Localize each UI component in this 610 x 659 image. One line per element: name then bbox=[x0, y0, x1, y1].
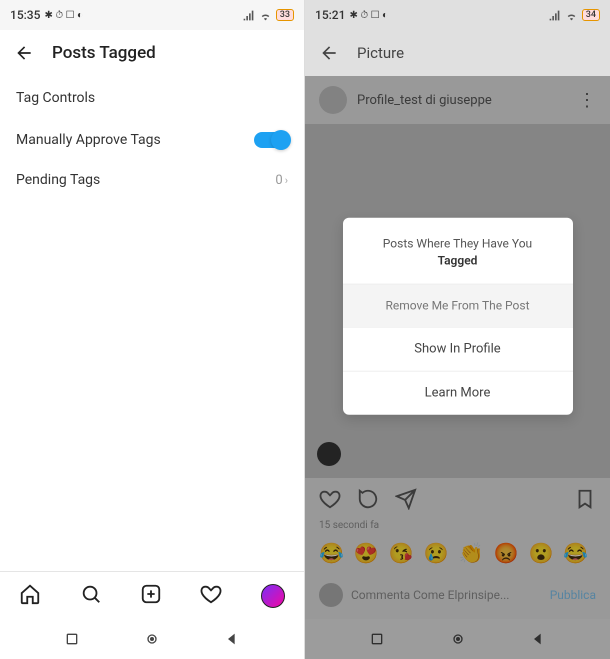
sysnav-recent-icon[interactable] bbox=[369, 631, 385, 647]
header-bar-left: Posts Tagged bbox=[0, 30, 304, 76]
nav-activity[interactable] bbox=[200, 583, 222, 609]
nav-add[interactable] bbox=[140, 583, 162, 609]
tag-controls-link[interactable]: Tag Controls bbox=[0, 76, 304, 120]
post-header-row: Profile_test di giuseppe ⋮ bbox=[305, 76, 610, 124]
post-username[interactable]: Profile_test di giuseppe bbox=[357, 93, 492, 108]
emoji-quick-row: 😂 😍 😘 😢 👏 😡 😮 😂 bbox=[305, 531, 610, 575]
system-nav-left bbox=[0, 619, 304, 659]
nav-profile[interactable] bbox=[261, 584, 285, 608]
emoji-option[interactable]: 😡 bbox=[494, 541, 519, 565]
comment-input-row: Commenta Come Elprinsipe... Pubblica bbox=[305, 575, 610, 619]
back-arrow-icon[interactable] bbox=[319, 43, 339, 63]
modal-remove-me[interactable]: Remove Me From The Post bbox=[343, 284, 573, 327]
battery-indicator: 34 bbox=[582, 9, 600, 21]
bookmark-icon[interactable] bbox=[574, 488, 596, 510]
emoji-option[interactable]: 😢 bbox=[424, 541, 449, 565]
toggle-label: Manually Approve Tags bbox=[16, 132, 161, 148]
post-more-icon[interactable]: ⋮ bbox=[578, 90, 596, 111]
nav-search[interactable] bbox=[80, 583, 102, 609]
manually-approve-row: Manually Approve Tags bbox=[0, 120, 304, 160]
status-bar-right: 15:21 ✱ ⏱ ☐ ◐ 34 bbox=[305, 0, 610, 30]
like-icon[interactable] bbox=[319, 488, 341, 510]
tag-options-modal: Posts Where They Have You Tagged Remove … bbox=[343, 218, 573, 415]
header-bar-right: Picture bbox=[305, 30, 610, 76]
modal-learn-more[interactable]: Learn More bbox=[343, 371, 573, 415]
comment-avatar bbox=[319, 583, 343, 607]
settings-body: Tag Controls Manually Approve Tags Pendi… bbox=[0, 76, 304, 571]
pending-count: 0› bbox=[275, 173, 288, 188]
comment-placeholder[interactable]: Commenta Come Elprinsipe... bbox=[351, 588, 509, 602]
nav-home[interactable] bbox=[19, 583, 41, 609]
modal-show-in-profile[interactable]: Show In Profile bbox=[343, 327, 573, 371]
system-nav-right bbox=[305, 619, 610, 659]
wifi-icon bbox=[259, 9, 272, 22]
approve-toggle[interactable] bbox=[254, 132, 288, 148]
signal-icon bbox=[242, 9, 255, 22]
sysnav-recent-icon[interactable] bbox=[64, 631, 80, 647]
back-arrow-icon[interactable] bbox=[14, 43, 34, 63]
phone-right: 15:21 ✱ ⏱ ☐ ◐ 34 Picture Profile_test di… bbox=[305, 0, 610, 659]
sysnav-home-icon[interactable] bbox=[450, 631, 466, 647]
emoji-option[interactable]: 😂 bbox=[563, 541, 588, 565]
comment-icon[interactable] bbox=[357, 488, 379, 510]
battery-indicator: 33 bbox=[276, 9, 294, 21]
emoji-option[interactable]: 😮 bbox=[528, 541, 553, 565]
bottom-nav bbox=[0, 571, 304, 619]
post-timestamp: 15 secondi fa bbox=[305, 520, 610, 531]
pending-tags-row[interactable]: Pending Tags 0› bbox=[0, 160, 304, 200]
status-time: 15:21 bbox=[315, 8, 345, 22]
modal-title: Posts Where They Have You Tagged bbox=[343, 218, 573, 284]
status-icons: ✱ ⏱ ☐ ◐ bbox=[44, 10, 83, 21]
sysnav-home-icon[interactable] bbox=[144, 631, 160, 647]
emoji-option[interactable]: 😍 bbox=[354, 541, 379, 565]
emoji-option[interactable]: 😂 bbox=[319, 541, 344, 565]
status-time: 15:35 bbox=[10, 8, 40, 22]
post-actions-row bbox=[305, 478, 610, 520]
publish-button[interactable]: Pubblica bbox=[550, 588, 596, 602]
emoji-option[interactable]: 👏 bbox=[459, 541, 484, 565]
tagged-person-avatar[interactable] bbox=[317, 442, 341, 466]
page-title: Posts Tagged bbox=[52, 43, 156, 63]
signal-icon bbox=[548, 9, 561, 22]
page-title: Picture bbox=[357, 44, 404, 62]
emoji-option[interactable]: 😘 bbox=[389, 541, 414, 565]
status-bar-left: 15:35 ✱ ⏱ ☐ ◐ 33 bbox=[0, 0, 304, 30]
sysnav-back-icon[interactable] bbox=[530, 631, 546, 647]
post-user-avatar[interactable] bbox=[319, 86, 347, 114]
wifi-icon bbox=[565, 9, 578, 22]
sysnav-back-icon[interactable] bbox=[224, 631, 240, 647]
pending-label: Pending Tags bbox=[16, 172, 100, 188]
phone-left: 15:35 ✱ ⏱ ☐ ◐ 33 Posts Tagged Tag Contro… bbox=[0, 0, 305, 659]
share-icon[interactable] bbox=[395, 488, 417, 510]
status-icons: ✱ ⏱ ☐ ◐ bbox=[349, 10, 388, 21]
